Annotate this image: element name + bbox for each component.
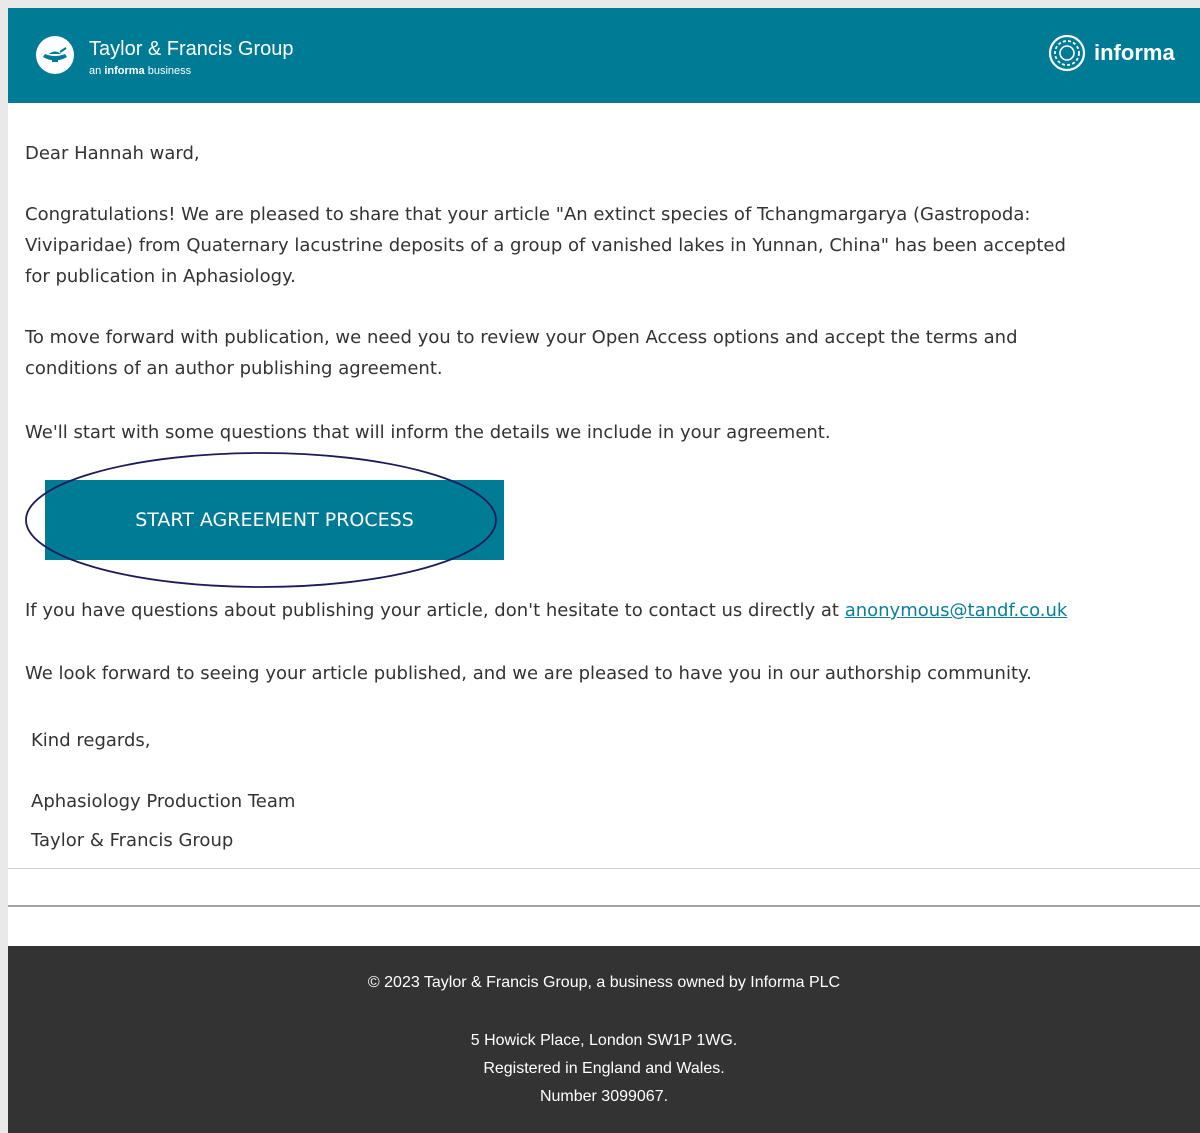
paragraph-closing: We look forward to seeing your article p… bbox=[25, 663, 1032, 684]
brand-sub-prefix: an bbox=[89, 65, 102, 77]
contact-text: If you have questions about publishing y… bbox=[25, 600, 845, 621]
email-frame: Taylor & Francis Group an informa busine… bbox=[8, 8, 1200, 1133]
brand-sub-suffix: business bbox=[147, 65, 192, 77]
paragraph-congratulations-line-1: Congratulations! We are pleased to share… bbox=[25, 204, 1031, 225]
divider bbox=[8, 868, 1200, 869]
divider bbox=[8, 905, 1200, 907]
brand-subtitle: an informa business bbox=[89, 65, 191, 77]
paragraph-contact: If you have questions about publishing y… bbox=[25, 595, 1195, 626]
paragraph-next-steps-line-2: conditions of an author publishing agree… bbox=[25, 358, 443, 379]
footer-company-number: Number 3099067. bbox=[539, 1088, 669, 1105]
taylor-francis-logo[interactable]: Taylor & Francis Group an informa busine… bbox=[36, 34, 336, 84]
signature-team: Aphasiology Production Team bbox=[31, 791, 296, 812]
footer-copyright: © 2023 Taylor & Francis Group, a busines… bbox=[367, 974, 841, 991]
start-agreement-button-label: START AGREEMENT PROCESS bbox=[135, 509, 414, 531]
paragraph-next-steps-line-1: To move forward with publication, we nee… bbox=[25, 327, 1018, 348]
email-header: Taylor & Francis Group an informa busine… bbox=[8, 8, 1200, 103]
footer-address: 5 Howick Place, London SW1P 1WG. bbox=[470, 1032, 738, 1049]
footer-registered: Registered in England and Wales. bbox=[483, 1060, 725, 1077]
contact-email-link[interactable]: anonymous@tandf.co.uk bbox=[845, 600, 1068, 621]
informa-logo[interactable]: informa bbox=[1048, 34, 1200, 78]
greeting: Dear Hannah ward, bbox=[25, 143, 200, 164]
sign-off: Kind regards, bbox=[31, 730, 151, 751]
informa-circle-icon bbox=[1048, 34, 1086, 72]
start-agreement-button[interactable]: START AGREEMENT PROCESS bbox=[45, 480, 504, 560]
paragraph-congratulations-line-3: for publication in Aphasiology. bbox=[25, 266, 296, 287]
signature-organization: Taylor & Francis Group bbox=[31, 830, 234, 851]
taylor-francis-lamp-icon bbox=[36, 36, 74, 74]
brand-name: Taylor & Francis Group bbox=[89, 38, 294, 60]
brand-sub-bold: informa bbox=[104, 65, 145, 77]
paragraph-congratulations-line-2: Viviparidae) from Quaternary lacustrine … bbox=[25, 235, 1066, 256]
partner-name: informa bbox=[1094, 40, 1175, 65]
paragraph-questions-intro: We'll start with some questions that wil… bbox=[25, 422, 831, 443]
email-footer: © 2023 Taylor & Francis Group, a busines… bbox=[8, 946, 1200, 1133]
